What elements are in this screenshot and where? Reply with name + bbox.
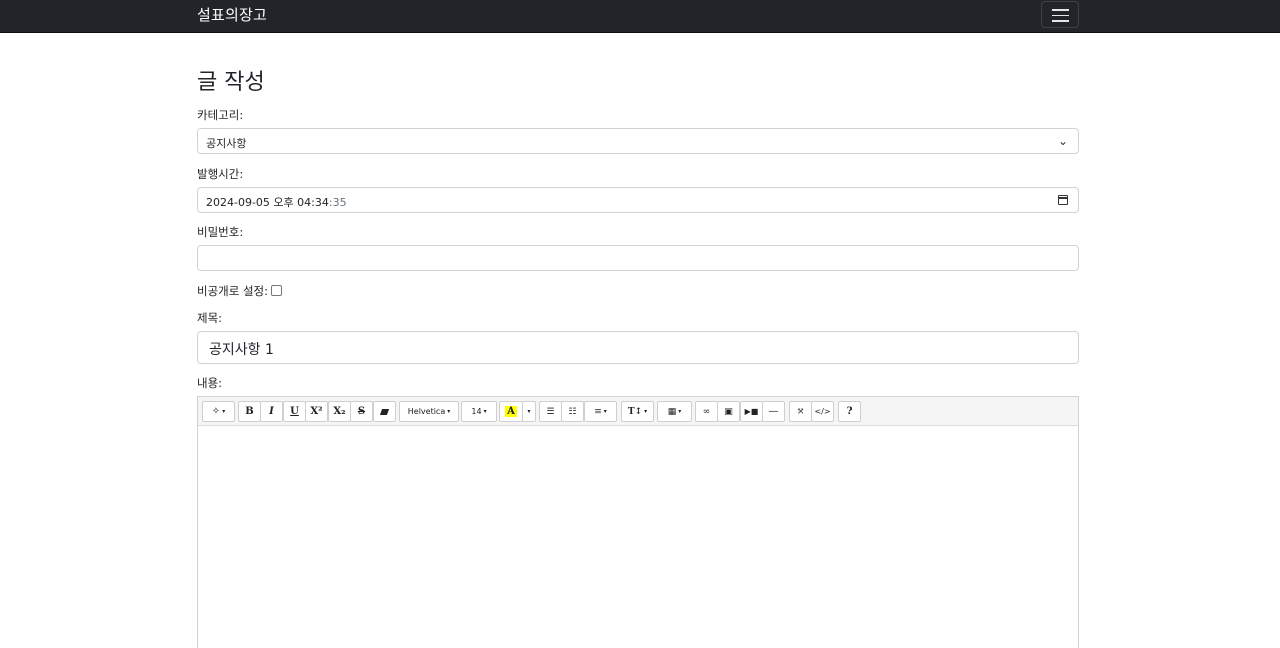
ordered-list-icon: ☷ bbox=[568, 406, 577, 417]
unordered-list-button[interactable]: ☰ bbox=[539, 401, 562, 422]
clear-format-button[interactable] bbox=[373, 401, 396, 422]
publish-time-label: 발행시간: bbox=[197, 167, 244, 181]
eraser-icon bbox=[379, 408, 390, 415]
line-height-icon: T↕ bbox=[627, 406, 643, 417]
category-label: 카테고리: bbox=[197, 108, 244, 122]
paragraph-align-dropdown[interactable]: ≡ ▾ bbox=[584, 401, 617, 422]
ordered-list-button[interactable]: ☷ bbox=[561, 401, 584, 422]
navbar: 설표의장고 bbox=[0, 0, 1280, 33]
picture-button[interactable]: ▣ bbox=[717, 401, 740, 422]
fullscreen-icon: ⤧ bbox=[796, 406, 805, 417]
video-icon: ▶■ bbox=[744, 407, 759, 416]
publish-time-input[interactable]: 2024-09-05 오후 04:34:35 bbox=[197, 187, 1079, 213]
fullscreen-button[interactable]: ⤧ bbox=[789, 401, 812, 422]
password-input[interactable] bbox=[197, 245, 1079, 271]
color-dropdown-toggle[interactable]: ▾ bbox=[522, 401, 536, 422]
color-button[interactable]: A bbox=[499, 401, 523, 422]
private-label: 비공개로 설정: bbox=[197, 284, 269, 298]
underline-button[interactable]: U bbox=[283, 401, 306, 422]
italic-button[interactable]: I bbox=[260, 401, 283, 422]
publish-time-value: 2024-09-05 오후 04:34 bbox=[206, 196, 329, 209]
title-label: 제목: bbox=[197, 311, 223, 325]
magic-wand-icon: ✧ bbox=[211, 406, 221, 417]
password-label: 비밀번호: bbox=[197, 225, 244, 239]
publish-time-seconds: :35 bbox=[328, 196, 347, 209]
title-value: 공지사항 1 bbox=[209, 342, 274, 358]
link-icon: ∞ bbox=[702, 406, 711, 417]
chevron-down-icon: ⌄ bbox=[1057, 134, 1068, 148]
title-input[interactable]: 공지사항 1 bbox=[197, 331, 1079, 364]
picture-icon: ▣ bbox=[724, 406, 733, 417]
caret-down-icon: ▾ bbox=[527, 408, 531, 415]
horizontal-rule-button[interactable]: — bbox=[762, 401, 785, 422]
help-button[interactable]: ? bbox=[838, 401, 861, 422]
calendar-icon[interactable] bbox=[1058, 195, 1068, 205]
font-size-value: 14 bbox=[471, 407, 482, 416]
codeview-button[interactable]: </> bbox=[811, 401, 834, 422]
align-icon: ≡ bbox=[594, 406, 602, 417]
unordered-list-icon: ☰ bbox=[546, 406, 555, 417]
subscript-button[interactable]: X₂ bbox=[328, 401, 351, 422]
superscript-button[interactable]: X² bbox=[305, 401, 328, 422]
bold-button[interactable]: B bbox=[238, 401, 261, 422]
navbar-toggler-button[interactable] bbox=[1041, 1, 1079, 28]
brand-link[interactable]: 설표의장고 bbox=[197, 4, 267, 25]
rich-text-editor: ✧ ▾ B I U X² X₂ S Helvetica ▾ 14 ▾ A ▾ ☰ ☷ … bbox=[197, 396, 1079, 648]
category-select[interactable]: 공지사항 ⌄ bbox=[197, 128, 1079, 154]
font-size-dropdown[interactable]: 14 ▾ bbox=[461, 401, 497, 422]
video-button[interactable]: ▶■ bbox=[740, 401, 763, 422]
font-name-value: Helvetica bbox=[407, 407, 446, 416]
editor-content-area[interactable] bbox=[198, 426, 1078, 648]
text-color-letter: A bbox=[505, 406, 517, 417]
category-selected-value: 공지사항 bbox=[206, 137, 247, 150]
strikethrough-button[interactable]: S bbox=[350, 401, 373, 422]
content-label: 내용: bbox=[197, 376, 223, 390]
table-dropdown[interactable]: ▦ ▾ bbox=[657, 401, 692, 422]
style-button[interactable]: ✧ ▾ bbox=[202, 401, 235, 422]
private-checkbox[interactable] bbox=[271, 285, 282, 296]
editor-toolbar: ✧ ▾ B I U X² X₂ S Helvetica ▾ 14 ▾ A ▾ ☰ ☷ … bbox=[198, 397, 1078, 426]
page-title: 글 작성 bbox=[197, 70, 265, 95]
table-icon: ▦ bbox=[667, 406, 677, 417]
font-name-dropdown[interactable]: Helvetica ▾ bbox=[399, 401, 459, 422]
link-button[interactable]: ∞ bbox=[695, 401, 718, 422]
hamburger-icon bbox=[1052, 9, 1069, 11]
line-height-dropdown[interactable]: T↕ ▾ bbox=[621, 401, 654, 422]
